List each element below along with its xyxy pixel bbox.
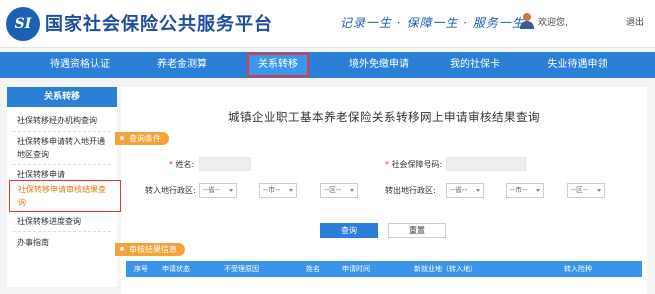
reset-button[interactable]: 重置 [388, 223, 446, 238]
nav-item-overseas-exempt[interactable]: 境外免缴申请 [335, 52, 423, 78]
sidebar-divider [13, 131, 111, 132]
query-button[interactable]: 查询 [320, 223, 378, 238]
sidebar-divider [13, 164, 111, 165]
site-header: SI 国家社会保险公共服务平台 记录一生 · 保障一生 · 服务一生 欢迎您, … [0, 0, 655, 48]
logout-link[interactable]: 退出 [626, 15, 644, 28]
col-header-new-employment: 新就业地（转入地） [414, 265, 477, 273]
col-header-name: 姓名 [306, 265, 320, 273]
sidebar-item-guide[interactable]: 办事指南 [7, 236, 117, 249]
chevron-down-icon [597, 189, 601, 192]
main-panel: 城镇企业职工基本养老保险关系转移网上申请审核结果查询 查询条件 * 姓名: * … [115, 87, 647, 294]
si-logo-icon[interactable]: SI [6, 7, 40, 41]
chevron-down-icon [476, 189, 480, 192]
page-title: 城镇企业职工基本养老保险关系转移网上申请审核结果查询 [228, 110, 540, 124]
chevron-down-icon [536, 189, 540, 192]
col-header-reject-reason: 不受理原因 [224, 265, 259, 273]
nav-item-qualification[interactable]: 待遇资格认证 [30, 52, 130, 78]
sidebar-item-agency-query[interactable]: 社保转移经办机构查询 [7, 114, 117, 127]
conditions-tag: 查询条件 [115, 132, 169, 145]
transfer-out-city-select[interactable]: --市-- [506, 183, 544, 198]
name-input[interactable] [199, 157, 251, 171]
sidebar-item-review-result[interactable]: 社保转移申请审核结果查询 [9, 180, 121, 212]
nav-item-transfer[interactable]: 关系转移 [247, 53, 309, 77]
transfer-out-district-select[interactable]: --区-- [567, 183, 605, 198]
transfer-in-city-select[interactable]: --市-- [259, 183, 297, 198]
nav-item-my-card[interactable]: 我的社保卡 [440, 52, 510, 78]
user-avatar-icon [520, 13, 534, 29]
site-slogan: 记录一生 · 保障一生 · 服务一生 [340, 16, 525, 30]
sidebar-item-progress-query[interactable]: 社保转移进度查询 [7, 215, 117, 228]
chevron-down-icon [289, 189, 293, 192]
ssn-input[interactable] [446, 157, 526, 171]
chevron-down-icon [350, 189, 354, 192]
results-table-header: 序号 申请状态 不受理原因 姓名 申请时间 新就业地（转入地） 转入险种 [126, 261, 642, 277]
sidebar-header: 关系转移 [7, 87, 117, 107]
transfer-out-label: 转出地行政区: [385, 186, 436, 195]
chevron-down-icon [229, 189, 233, 192]
transfer-in-district-select[interactable]: --区-- [320, 183, 358, 198]
sidebar-divider [13, 231, 111, 232]
col-header-status: 申请状态 [162, 265, 190, 273]
nav-item-unemployment[interactable]: 失业待遇申领 [530, 52, 625, 78]
sidebar: 关系转移 社保转移经办机构查询 社保转移申请转入地开通地区查询 社保转移申请 社… [7, 87, 121, 287]
transfer-out-province-select[interactable]: --省-- [446, 183, 484, 198]
main-nav: 待遇资格认证 养老金测算 关系转移 境外免缴申请 我的社保卡 失业待遇申领 [0, 52, 655, 78]
ssn-label: * 社会保障号码: [385, 160, 443, 169]
site-title[interactable]: 国家社会保险公共服务平台 [45, 10, 273, 36]
name-label: * 姓名: [169, 160, 195, 169]
nav-item-pension-calc[interactable]: 养老金测算 [138, 52, 226, 78]
col-header-insurance-type: 转入险种 [564, 265, 592, 273]
col-header-apply-time: 申请时间 [342, 265, 370, 273]
sidebar-item-region-query[interactable]: 社保转移申请转入地开通地区查询 [7, 135, 117, 161]
transfer-in-label: 转入地行政区: [145, 186, 196, 195]
transfer-in-province-select[interactable]: --省-- [199, 183, 237, 198]
results-tag: 审核结果信息 [115, 243, 185, 256]
welcome-text: 欢迎您, [538, 18, 568, 28]
col-header-index: 序号 [134, 265, 148, 273]
